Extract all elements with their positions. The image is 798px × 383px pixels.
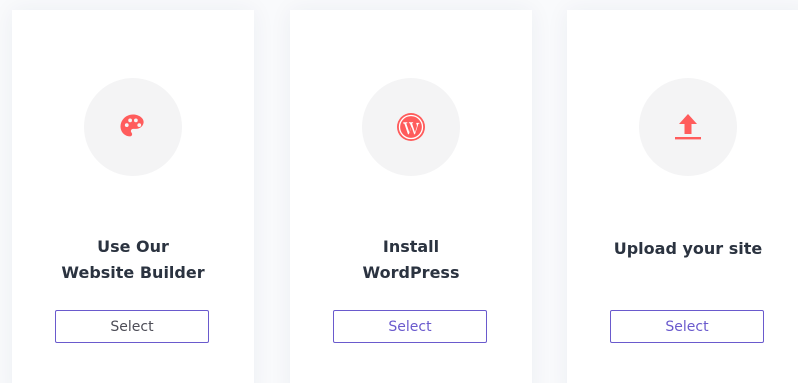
card-title-line: Upload your site	[613, 239, 763, 258]
card-title-line: WordPress	[362, 263, 460, 282]
card-title-line: Website Builder	[61, 263, 205, 282]
wordpress-icon	[397, 113, 425, 141]
install-wordpress-card: Install WordPress Select	[290, 10, 532, 383]
card-title-line: Use Our	[97, 237, 169, 256]
icon-circle	[84, 78, 182, 176]
card-title: Upload your site	[567, 236, 798, 262]
card-title: Use Our Website Builder	[12, 234, 254, 286]
icon-circle	[639, 78, 737, 176]
icon-circle	[362, 78, 460, 176]
upload-icon	[675, 114, 701, 140]
select-website-builder-button[interactable]: Select	[55, 310, 209, 343]
options-row: Use Our Website Builder Select Install W…	[0, 0, 798, 383]
palette-icon	[120, 114, 144, 137]
upload-site-card: Upload your site Select	[567, 10, 798, 383]
card-title: Install WordPress	[290, 234, 532, 286]
select-upload-button[interactable]: Select	[610, 310, 764, 343]
card-title-line: Install	[382, 237, 440, 256]
website-builder-card: Use Our Website Builder Select	[12, 10, 254, 383]
select-wordpress-button[interactable]: Select	[333, 310, 487, 343]
